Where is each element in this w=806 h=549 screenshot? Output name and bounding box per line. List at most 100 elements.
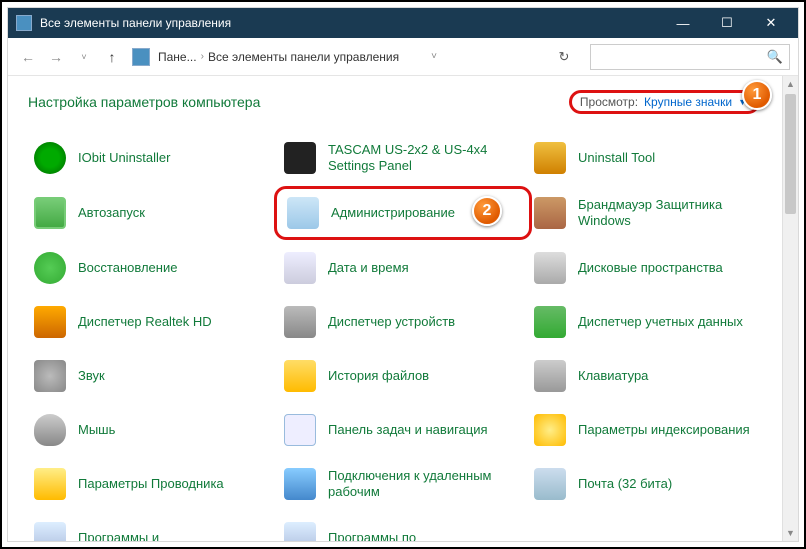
scroll-down-button[interactable]: ▼ (783, 525, 798, 541)
item-tascam-settings[interactable]: TASCAM US-2x2 & US-4x4 Settings Panel (278, 138, 528, 178)
window-title: Все элементы панели управления (40, 16, 670, 30)
scrollbar[interactable]: ▲ ▼ (782, 76, 798, 541)
annotation-badge-2: 2 (472, 196, 502, 226)
titlebar[interactable]: Все элементы панели управления — ☐ ✕ (8, 8, 798, 38)
item-iobit-uninstaller[interactable]: IObit Uninstaller (28, 138, 278, 178)
item-uninstall-tool-icon (532, 140, 568, 176)
item-date-time-icon (282, 250, 318, 286)
item-iobit-uninstaller-label: IObit Uninstaller (78, 150, 170, 166)
maximize-button[interactable]: ☐ (714, 13, 740, 33)
item-realtek-label: Диспетчер Realtek HD (78, 314, 212, 330)
item-remote-desktop-label: Подключения к удаленным рабочим (328, 468, 524, 501)
item-mail-32bit[interactable]: Почта (32 бита) (528, 464, 778, 504)
scroll-thumb[interactable] (785, 94, 796, 214)
back-button[interactable]: ← (16, 45, 40, 69)
item-keyboard-label: Клавиатура (578, 368, 648, 384)
item-firewall-label: Брандмауэр Защитника Windows (578, 197, 774, 230)
item-recovery-label: Восстановление (78, 260, 177, 276)
minimize-button[interactable]: — (670, 13, 696, 33)
item-file-history-label: История файлов (328, 368, 429, 384)
item-administration-icon (285, 195, 321, 231)
chevron-down-icon[interactable]: ˅ (431, 51, 437, 62)
control-panel-icon (16, 15, 32, 31)
item-storage-spaces-icon (532, 250, 568, 286)
item-keyboard[interactable]: Клавиатура (528, 356, 778, 396)
item-mail-32bit-label: Почта (32 бита) (578, 476, 672, 492)
item-device-manager-label: Диспетчер устройств (328, 314, 455, 330)
item-programs-1-icon (32, 520, 68, 541)
item-tascam-settings-icon (282, 140, 318, 176)
control-panel-window: Все элементы панели управления — ☐ ✕ ← →… (8, 8, 798, 541)
item-programs-1-label: Программы и (78, 530, 159, 541)
item-mouse-label: Мышь (78, 422, 115, 438)
item-keyboard-icon (532, 358, 568, 394)
item-storage-spaces-label: Дисковые пространства (578, 260, 723, 276)
item-mouse-icon (32, 412, 68, 448)
item-realtek-icon (32, 304, 68, 340)
item-credential-manager-label: Диспетчер учетных данных (578, 314, 743, 330)
item-uninstall-tool-label: Uninstall Tool (578, 150, 655, 166)
item-programs-2[interactable]: Программы по (278, 518, 528, 541)
item-uninstall-tool[interactable]: Uninstall Tool (528, 138, 778, 178)
content-area: Настройка параметров компьютера Просмотр… (8, 76, 798, 541)
item-explorer-options[interactable]: Параметры Проводника (28, 464, 278, 504)
scroll-up-button[interactable]: ▲ (783, 76, 798, 92)
item-device-manager-icon (282, 304, 318, 340)
item-explorer-options-label: Параметры Проводника (78, 476, 224, 492)
item-sound-label: Звук (78, 368, 105, 384)
item-taskbar-icon (282, 412, 318, 448)
item-recovery[interactable]: Восстановление (28, 248, 278, 288)
view-highlight: Просмотр: Крупные значки ▼ (569, 90, 760, 114)
search-icon: 🔍 (767, 49, 783, 65)
close-button[interactable]: ✕ (758, 13, 784, 33)
chevron-right-icon: › (201, 51, 204, 62)
item-indexing-icon (532, 412, 568, 448)
item-sound[interactable]: Звук (28, 356, 278, 396)
item-autorun-icon (32, 195, 68, 231)
crumb-2[interactable]: Все элементы панели управления (208, 50, 399, 64)
toolbar: ← → ˅ ↑ Пане... › Все элементы панели уп… (8, 38, 798, 76)
item-firewall-icon (532, 195, 568, 231)
item-remote-desktop[interactable]: Подключения к удаленным рабочим (278, 464, 528, 504)
up-button[interactable]: ↑ (100, 45, 124, 69)
item-explorer-options-icon (32, 466, 68, 502)
item-storage-spaces[interactable]: Дисковые пространства (528, 248, 778, 288)
item-tascam-settings-label: TASCAM US-2x2 & US-4x4 Settings Panel (328, 142, 524, 175)
item-administration-label: Администрирование (331, 205, 455, 221)
refresh-button[interactable]: ↻ (550, 45, 578, 69)
recent-button[interactable]: ˅ (72, 45, 96, 69)
item-indexing-label: Параметры индексирования (578, 422, 750, 438)
item-device-manager[interactable]: Диспетчер устройств (278, 302, 528, 342)
annotation-badge-1: 1 (742, 80, 772, 110)
item-date-time-label: Дата и время (328, 260, 409, 276)
item-mail-32bit-icon (532, 466, 568, 502)
item-mouse[interactable]: Мышь (28, 410, 278, 450)
item-firewall[interactable]: Брандмауэр Защитника Windows (528, 192, 778, 234)
item-autorun-label: Автозапуск (78, 205, 145, 221)
item-sound-icon (32, 358, 68, 394)
item-recovery-icon (32, 250, 68, 286)
search-input[interactable]: 🔍 (590, 44, 790, 70)
item-credential-manager-icon (532, 304, 568, 340)
forward-button[interactable]: → (44, 45, 68, 69)
item-programs-1[interactable]: Программы и (28, 518, 278, 541)
item-credential-manager[interactable]: Диспетчер учетных данных (528, 302, 778, 342)
address-bar-icon (132, 48, 150, 66)
item-file-history[interactable]: История файлов (278, 356, 528, 396)
item-autorun[interactable]: Автозапуск (28, 192, 278, 234)
item-programs-2-icon (282, 520, 318, 541)
breadcrumb[interactable]: Пане... › Все элементы панели управления… (158, 50, 546, 64)
view-label: Просмотр: (580, 95, 638, 109)
item-date-time[interactable]: Дата и время (278, 248, 528, 288)
view-value[interactable]: Крупные значки (644, 95, 732, 109)
view-selector: Просмотр: Крупные значки ▼ (569, 90, 760, 114)
crumb-1[interactable]: Пане... (158, 50, 197, 64)
item-iobit-uninstaller-icon (32, 140, 68, 176)
item-taskbar[interactable]: Панель задач и навигация (278, 410, 528, 450)
item-taskbar-label: Панель задач и навигация (328, 422, 488, 438)
item-programs-2-label: Программы по (328, 530, 416, 541)
item-file-history-icon (282, 358, 318, 394)
item-indexing[interactable]: Параметры индексирования (528, 410, 778, 450)
item-remote-desktop-icon (282, 466, 318, 502)
item-realtek[interactable]: Диспетчер Realtek HD (28, 302, 278, 342)
